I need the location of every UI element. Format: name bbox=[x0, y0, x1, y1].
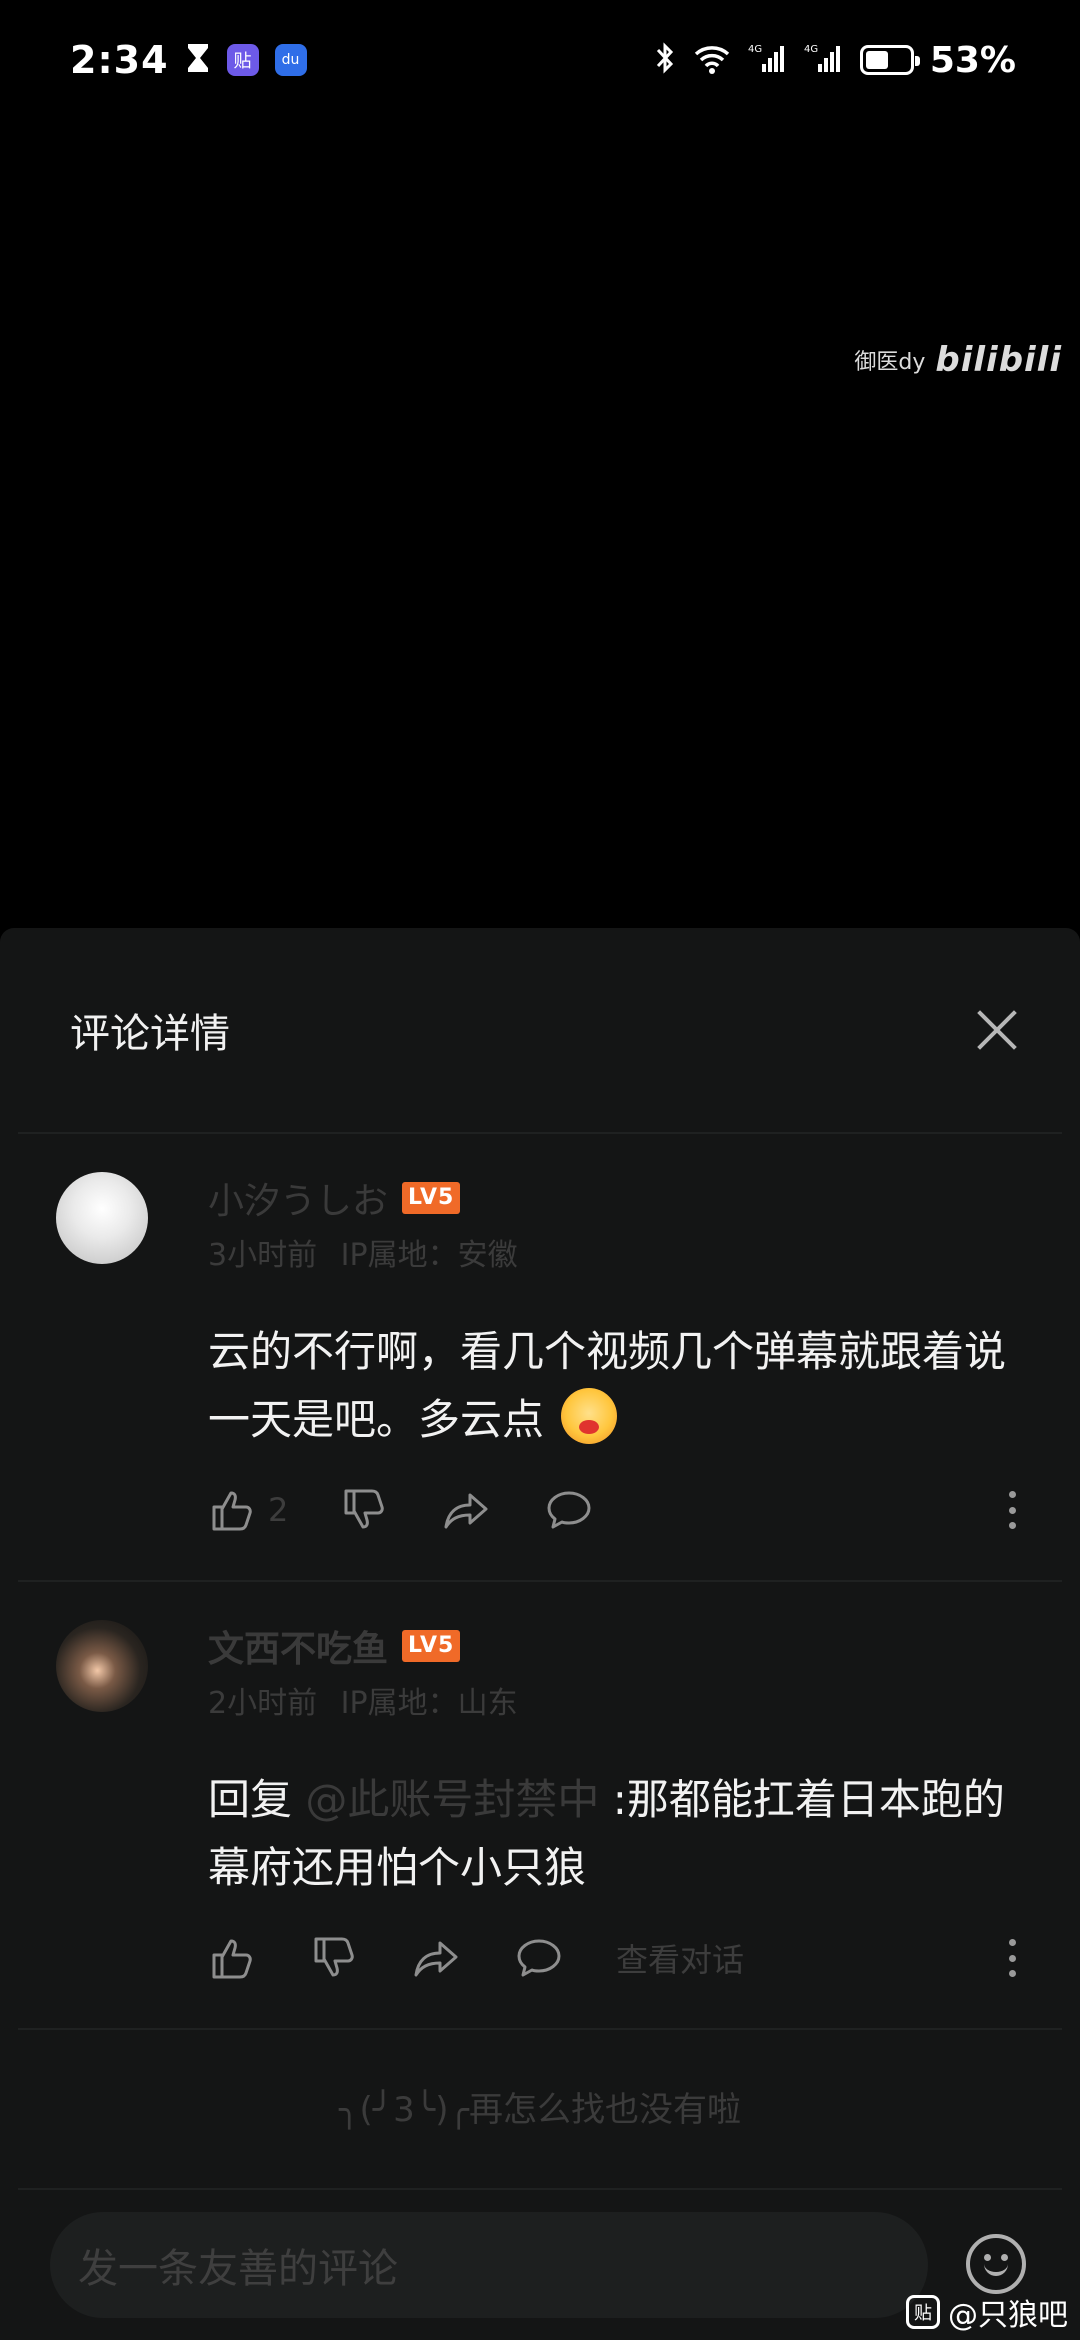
name-row: 小汐うしお LV5 bbox=[208, 1172, 1022, 1224]
reply-prefix: 回复 bbox=[208, 1775, 306, 1824]
screen: 2:34 贴 du 4G 4G 53% 御医dy bilibili 评论详情 小… bbox=[0, 0, 1080, 2340]
share-button[interactable] bbox=[412, 1933, 462, 1983]
comment-time: 2小时前 bbox=[208, 1686, 318, 1721]
username[interactable]: 文西不吃鱼 bbox=[208, 1620, 388, 1672]
watermark-user: 御医dy bbox=[854, 350, 926, 375]
comment-item: 小汐うしお LV5 3小时前 IP属地：安徽 云的不行啊，看几个视频几个弹幕就跟… bbox=[18, 1134, 1062, 1582]
reply-button[interactable] bbox=[514, 1933, 564, 1983]
tieba-logo-icon: 贴 bbox=[906, 2295, 940, 2329]
comment-input[interactable]: 发一条友善的评论 bbox=[50, 2212, 928, 2318]
thumbs-down-icon bbox=[344, 1489, 385, 1529]
comment-ip: IP属地：安徽 bbox=[340, 1238, 518, 1273]
end-of-list-text: ╮(╯3╰)╭再怎么找也没有啦 bbox=[338, 2090, 742, 2130]
battery-icon bbox=[859, 45, 920, 75]
status-bar-left: 2:34 贴 du bbox=[70, 38, 307, 82]
baidu-app-icon: du bbox=[274, 44, 307, 76]
comment-actions: 查看对话 bbox=[208, 1928, 1022, 1988]
comment-time: 3小时前 bbox=[208, 1238, 318, 1273]
dislike-button[interactable] bbox=[340, 1485, 390, 1535]
signal-4g-icon: 4G bbox=[804, 42, 844, 78]
comment-meta: 3小时前 IP属地：安徽 bbox=[208, 1230, 1022, 1274]
more-options-icon[interactable] bbox=[992, 1933, 1032, 1983]
mention-link[interactable]: @此账号封禁中 bbox=[305, 1775, 599, 1824]
name-row: 文西不吃鱼 LV5 bbox=[208, 1620, 1022, 1672]
comment-text: 云的不行啊，看几个视频几个弹幕就跟着说一天是吧。多云点 bbox=[208, 1318, 1038, 1454]
thumbs-down-icon bbox=[314, 1937, 354, 1977]
comment-bubble-icon bbox=[547, 1491, 591, 1529]
username[interactable]: 小汐うしお bbox=[208, 1172, 388, 1224]
comment-text: 回复 @此账号封禁中 :那都能扛着日本跑的幕府还用怕个小只狼 bbox=[208, 1766, 1038, 1902]
level-badge: LV5 bbox=[402, 1182, 461, 1214]
battery-percent: 53% bbox=[929, 39, 1016, 81]
close-icon[interactable] bbox=[966, 1000, 1026, 1060]
level-badge: LV5 bbox=[402, 1630, 461, 1662]
comment-meta: 2小时前 IP属地：山东 bbox=[208, 1678, 1022, 1722]
hourglass-icon bbox=[185, 42, 211, 78]
share-icon bbox=[444, 1493, 488, 1529]
reply-button[interactable] bbox=[544, 1485, 594, 1535]
avatar[interactable] bbox=[56, 1172, 148, 1264]
panel-header: 评论详情 bbox=[18, 928, 1062, 1134]
wifi-icon bbox=[692, 42, 732, 78]
status-bar: 2:34 贴 du 4G 4G 53% bbox=[0, 0, 1080, 120]
tieba-app-icon: 贴 bbox=[226, 44, 259, 76]
clock: 2:34 bbox=[70, 38, 169, 82]
drooling-face-emoji bbox=[561, 1388, 618, 1444]
divider bbox=[18, 2188, 1062, 2190]
like-button[interactable] bbox=[208, 1933, 258, 1983]
comment-bubble-icon bbox=[517, 1939, 561, 1977]
like-button[interactable]: 2 bbox=[208, 1485, 288, 1535]
comment-item: 文西不吃鱼 LV5 2小时前 IP属地：山东 回复 @此账号封禁中 :那都能扛着… bbox=[18, 1582, 1062, 2030]
share-button[interactable] bbox=[442, 1485, 492, 1535]
svg-text:4G: 4G bbox=[748, 44, 762, 55]
svg-text:4G: 4G bbox=[804, 44, 818, 55]
dislike-button[interactable] bbox=[310, 1933, 360, 1983]
share-icon bbox=[414, 1941, 458, 1977]
watermark-text: @只狼吧 bbox=[948, 2298, 1068, 2333]
view-conversation-link[interactable]: 查看对话 bbox=[616, 1935, 744, 1981]
avatar[interactable] bbox=[56, 1620, 148, 1712]
signal-4g-icon: 4G bbox=[748, 42, 788, 78]
emoji-picker-icon[interactable] bbox=[966, 2234, 1026, 2294]
thumbs-up-icon bbox=[212, 1939, 252, 1979]
like-count: 2 bbox=[268, 1491, 289, 1529]
battery-fill bbox=[865, 51, 889, 69]
bilibili-logo: bilibili bbox=[935, 340, 1062, 380]
comment-ip: IP属地：山东 bbox=[340, 1686, 518, 1721]
status-bar-right: 4G 4G 53% bbox=[654, 40, 1016, 81]
video-watermark: 御医dy bilibili bbox=[854, 340, 1062, 380]
comment-actions: 2 bbox=[208, 1480, 1022, 1540]
comment-detail-panel: 评论详情 小汐うしお LV5 3小时前 IP属地：安徽 云的不行啊，看几个视频几… bbox=[0, 928, 1080, 2340]
tieba-watermark: 贴 @只狼吧 bbox=[906, 2290, 1068, 2334]
thumbs-up-icon bbox=[212, 1491, 252, 1531]
panel-title: 评论详情 bbox=[70, 1011, 230, 1057]
bluetooth-icon bbox=[654, 41, 676, 79]
more-options-icon[interactable] bbox=[992, 1485, 1032, 1535]
